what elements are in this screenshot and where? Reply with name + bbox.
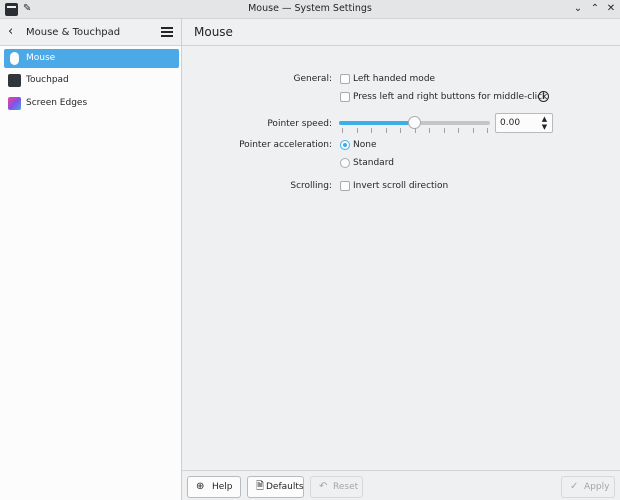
- reset-button-label: Reset: [333, 482, 359, 492]
- slider-tick: [342, 128, 343, 133]
- defaults-button-label: Defaults: [266, 482, 304, 492]
- sidebar-item-mouse[interactable]: Mouse: [4, 49, 179, 68]
- slider-tick: [356, 128, 358, 133]
- reset-button[interactable]: ↶ Reset: [310, 476, 363, 498]
- back-arrow-icon[interactable]: ‹: [8, 24, 13, 40]
- checkmark-icon: ✓: [570, 481, 579, 492]
- scrolling-label: Scrolling:: [290, 181, 332, 191]
- touchpad-icon: [8, 74, 21, 87]
- pointer-speed-spinbox[interactable]: 0.00 ▲ ▼: [495, 113, 553, 133]
- slider-tick: [443, 128, 445, 133]
- help-icon: ⊕: [196, 481, 205, 492]
- acceleration-none-label[interactable]: None: [353, 140, 376, 150]
- window-title: Mouse — System Settings: [248, 3, 372, 14]
- minimize-button[interactable]: ⌄: [571, 2, 585, 16]
- screen-edges-icon: [8, 97, 21, 110]
- slider-tick: [371, 128, 372, 133]
- slider-tick: [414, 128, 416, 133]
- title-bar: ✎ Mouse — System Settings ⌄ ⌃ ✕: [0, 0, 620, 19]
- mouse-icon: [10, 52, 19, 65]
- footer-bar: ⊕ Help 🗎 Defaults ↶ Reset ✓ Apply: [182, 470, 620, 500]
- pointer-speed-value[interactable]: 0.00: [500, 118, 520, 128]
- general-label: General:: [293, 74, 332, 84]
- main-header: Mouse: [182, 19, 620, 46]
- hamburger-icon[interactable]: [161, 27, 173, 37]
- maximize-button[interactable]: ⌃: [588, 2, 602, 16]
- chevron-up-icon: ⌃: [590, 3, 600, 14]
- middle-click-label[interactable]: Press left and right buttons for middle-…: [353, 92, 547, 102]
- close-icon: ✕: [606, 3, 616, 14]
- acceleration-standard-radio[interactable]: [340, 158, 350, 168]
- pointer-speed-label: Pointer speed:: [267, 119, 332, 129]
- pointer-acceleration-label: Pointer acceleration:: [239, 140, 332, 150]
- document-icon: 🗎: [256, 481, 265, 492]
- apply-button-label: Apply: [584, 482, 610, 492]
- left-handed-checkbox[interactable]: [340, 74, 350, 84]
- slider-tick: [400, 128, 401, 133]
- left-handed-label[interactable]: Left handed mode: [353, 74, 435, 84]
- apply-button[interactable]: ✓ Apply: [561, 476, 615, 498]
- undo-icon: ↶: [319, 481, 328, 492]
- middle-click-checkbox[interactable]: [340, 92, 350, 102]
- slider-tick: [487, 128, 488, 133]
- sidebar-header: ‹ Mouse & Touchpad: [0, 19, 181, 46]
- slider-tick: [472, 128, 474, 133]
- help-button[interactable]: ⊕ Help: [187, 476, 241, 498]
- acceleration-none-radio[interactable]: [340, 140, 350, 150]
- invert-scroll-checkbox[interactable]: [340, 181, 350, 191]
- acceleration-standard-label[interactable]: Standard: [353, 158, 394, 168]
- slider-tick: [429, 128, 430, 133]
- sidebar-title: Mouse & Touchpad: [26, 27, 121, 38]
- spin-down-icon[interactable]: ▼: [540, 123, 549, 131]
- sidebar: ‹ Mouse & Touchpad Mouse Touchpad Screen…: [0, 19, 182, 500]
- sidebar-item-label: Screen Edges: [26, 98, 88, 108]
- slider-fill: [339, 121, 415, 125]
- invert-scroll-label[interactable]: Invert scroll direction: [353, 181, 448, 191]
- defaults-button[interactable]: 🗎 Defaults: [247, 476, 304, 498]
- slider-tick: [385, 128, 387, 133]
- close-button[interactable]: ✕: [604, 2, 618, 16]
- spin-up-icon[interactable]: ▲: [540, 115, 549, 123]
- slider-tick: [458, 128, 459, 133]
- slider-ticks: [342, 128, 488, 133]
- info-icon[interactable]: i: [538, 91, 549, 102]
- main-panel: Mouse General: Left handed mode Press le…: [182, 19, 620, 470]
- sidebar-item-label: Mouse: [26, 53, 56, 63]
- sidebar-item-label: Touchpad: [26, 75, 69, 85]
- help-button-label: Help: [212, 482, 233, 492]
- sidebar-item-touchpad[interactable]: Touchpad: [4, 71, 179, 90]
- sidebar-item-screen-edges[interactable]: Screen Edges: [4, 94, 179, 113]
- page-title: Mouse: [194, 25, 233, 39]
- chevron-down-icon: ⌄: [573, 3, 583, 14]
